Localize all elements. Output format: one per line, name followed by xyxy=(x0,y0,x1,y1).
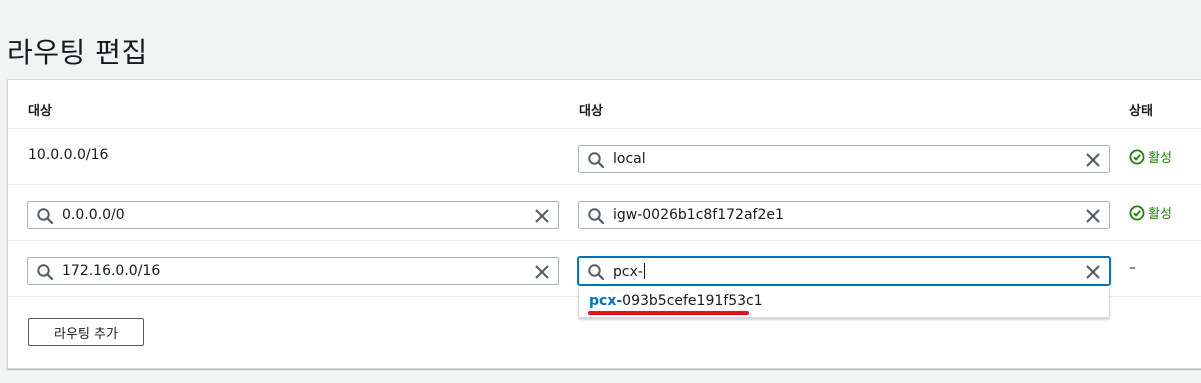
status-text: 활성 xyxy=(1148,151,1172,166)
destination-text: 10.0.0.0/16 xyxy=(28,147,109,163)
target-input-value: igw-0026b1c8f172af2e1 xyxy=(613,207,784,223)
search-icon xyxy=(588,152,605,169)
search-icon xyxy=(588,264,605,281)
search-icon xyxy=(588,208,605,225)
annotation-underline xyxy=(588,311,749,315)
target-input[interactable]: pcx- xyxy=(578,257,1110,285)
column-header-status: 상태 xyxy=(1129,104,1153,119)
close-icon[interactable] xyxy=(534,208,550,224)
target-input-text: pcx- xyxy=(613,264,643,280)
status-badge: 활성 xyxy=(1129,147,1172,166)
suggestion-match-text: pcx- xyxy=(589,293,623,309)
text-caret xyxy=(643,263,645,279)
suggestion-rest-text: 093b5cefe191f53c1 xyxy=(622,293,763,309)
column-header-target: 대상 xyxy=(579,104,603,119)
check-circle-icon xyxy=(1129,149,1145,165)
add-route-button[interactable]: 라우팅 추가 xyxy=(28,318,144,346)
target-input-value: pcx- xyxy=(613,263,645,280)
suggestion-option[interactable]: pcx-093b5cefe191f53c1 xyxy=(589,293,763,309)
close-icon[interactable] xyxy=(1085,208,1101,224)
destination-input[interactable]: 172.16.0.0/16 xyxy=(27,257,559,285)
row-divider xyxy=(8,240,1201,241)
search-icon xyxy=(37,264,54,281)
close-icon[interactable] xyxy=(534,264,550,280)
status-badge: 활성 xyxy=(1129,203,1172,222)
target-input[interactable]: igw-0026b1c8f172af2e1 xyxy=(578,201,1110,229)
target-input[interactable]: local xyxy=(578,145,1110,173)
destination-input-value: 0.0.0.0/0 xyxy=(62,207,125,223)
check-circle-icon xyxy=(1129,205,1145,221)
status-text: 활성 xyxy=(1148,207,1172,222)
close-icon[interactable] xyxy=(1085,264,1101,280)
target-input-value: local xyxy=(613,151,646,167)
destination-input[interactable]: 0.0.0.0/0 xyxy=(27,201,559,229)
close-icon[interactable] xyxy=(1085,152,1101,168)
column-header-destination: 대상 xyxy=(28,104,52,119)
routes-panel: 대상 대상 상태 10.0.0.0/16 local 활성 0.0.0.0/0 … xyxy=(7,79,1201,369)
destination-input-value: 172.16.0.0/16 xyxy=(62,263,161,279)
header-divider xyxy=(8,128,1201,129)
status-empty: – xyxy=(1129,260,1136,276)
page-title: 라우팅 편집 xyxy=(7,35,148,69)
search-icon xyxy=(37,208,54,225)
row-divider xyxy=(8,184,1201,185)
